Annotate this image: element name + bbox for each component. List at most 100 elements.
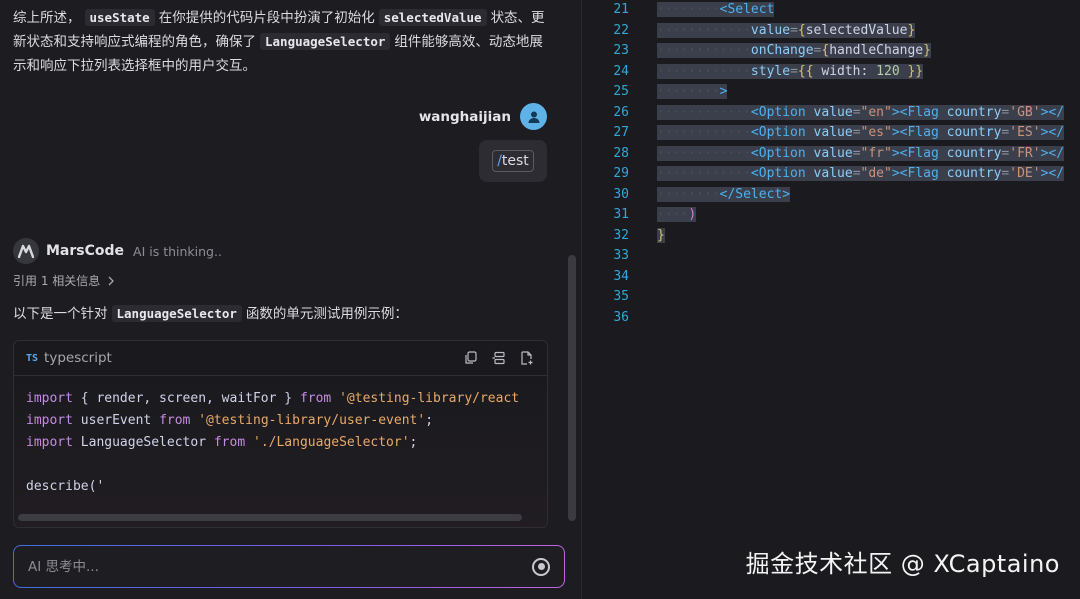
code-token: ···· (657, 207, 689, 222)
code-token: ><Flag (891, 145, 939, 161)
code-block-content[interactable]: import { render, screen, waitFor } from … (14, 375, 547, 527)
editor-line: ············<Option value="es"><Flag cou… (657, 123, 1065, 144)
code-token: ></ (1040, 125, 1065, 140)
chat-input[interactable] (28, 558, 532, 575)
code-token: ············ (657, 166, 751, 181)
code-token: 'DE' (1009, 166, 1041, 181)
code-line: import { render, screen, waitFor } from … (26, 388, 535, 410)
code-token: value (805, 104, 853, 120)
code-token: ············ (657, 145, 751, 161)
assistant-header: MarsCode AI is thinking.. (13, 238, 222, 264)
code-token: ></ (1040, 145, 1065, 161)
insert-code-button[interactable] (491, 350, 507, 366)
code-token: handleChange (829, 43, 924, 58)
code-token: ············ (657, 63, 751, 79)
editor-line: } (657, 226, 1064, 247)
line-number: 29 (613, 166, 629, 181)
code-token: 120 (876, 63, 900, 79)
copy-button[interactable] (463, 350, 479, 366)
code-token: country (938, 125, 1002, 140)
line-number: 24 (613, 63, 629, 79)
code-token: ><Flag (891, 125, 939, 140)
chat-vertical-scrollbar[interactable] (568, 255, 576, 521)
code-horizontal-scrollbar[interactable] (18, 514, 522, 521)
code-token: from (299, 391, 332, 406)
code-token: <Option (750, 145, 806, 161)
line-number: 21 (613, 2, 629, 17)
code-token: width: (813, 63, 877, 79)
code-token: = (790, 22, 798, 38)
code-token: LanguageSelector (72, 435, 214, 450)
code-token: './LanguageSelector' (245, 435, 410, 450)
line-number: 31 (613, 207, 629, 222)
code-editor[interactable]: 21 22 23 24 25 26 27 28 29 30 31 32 33 34 35 36 ·······… (583, 0, 1080, 599)
editor-line: ············style={{ width: 120 }} (657, 62, 1064, 83)
code-token: selectedValue (805, 22, 908, 38)
new-file-button[interactable] (519, 350, 535, 366)
stop-icon (537, 563, 545, 570)
assistant-name: MarsCode (46, 243, 125, 259)
line-number: 34 (613, 268, 629, 284)
code-token: ) (688, 207, 697, 222)
code-token: onChange (750, 43, 814, 58)
code-token: '@testing-library/user-event' (190, 413, 426, 428)
code-token: country (938, 104, 1002, 120)
code-token: ><Flag (891, 104, 939, 120)
line-number: 23 (613, 43, 629, 58)
code-token: 'ES' (1009, 125, 1041, 140)
line-number: 36 (613, 309, 629, 325)
code-token: "fr" (860, 145, 892, 161)
line-number-gutter: 21 22 23 24 25 26 27 28 29 30 31 32 33 34 35 36 (583, 0, 635, 328)
code-token: from (159, 413, 191, 428)
marscode-logo-icon (13, 238, 39, 264)
user-name: wanghaijian (418, 108, 511, 125)
code-token: = (852, 166, 861, 181)
code-token: = (852, 104, 861, 120)
reference-link[interactable]: 引用 1 相关信息 (13, 272, 115, 289)
new-file-icon (521, 351, 533, 365)
assistant-intro-text: 以下是一个针对 LanguageSelector 函数的单元测试用例示例： (13, 302, 408, 326)
editor-code-area[interactable]: ········<Select ············value={select… (657, 0, 1065, 328)
code-token: style (750, 63, 791, 79)
code-token: } (923, 43, 931, 58)
user-avatar[interactable] (520, 103, 547, 130)
summary-text: 综上所述， (13, 10, 81, 26)
stop-generation-button[interactable] (532, 557, 550, 576)
editor-line: ········</Select> (657, 185, 1064, 206)
code-token: <Select (719, 2, 775, 17)
code-token: <Option (750, 125, 806, 140)
code-language-label: typescript (44, 350, 112, 366)
code-token: } (657, 227, 665, 243)
code-token: { (797, 22, 806, 38)
code-token: from (213, 435, 246, 450)
editor-line: ········> (657, 82, 1064, 103)
editor-line: ············<Option value="de"><Flag cou… (657, 164, 1065, 185)
slash-command-chip[interactable]: /test (492, 150, 534, 172)
code-token: = (852, 125, 861, 140)
user-message-bubble: /test (479, 140, 547, 182)
editor-line: ········<Select (657, 0, 1064, 21)
line-number: 32 (613, 227, 629, 243)
editor-line: ············onChange={handleChange} (657, 41, 1064, 62)
person-icon (528, 111, 539, 123)
code-token: 'GB' (1009, 104, 1041, 120)
editor-line: ············<Option value="en"><Flag cou… (657, 103, 1065, 124)
line-number: 25 (613, 84, 629, 99)
inline-code: LanguageSelector (260, 33, 391, 50)
code-token: }} (899, 63, 924, 79)
reference-text: 引用 1 相关信息 (13, 274, 101, 288)
code-token: country (938, 145, 1002, 161)
editor-line: ············<Option value="fr"><Flag cou… (657, 144, 1065, 165)
line-number: 26 (613, 104, 629, 120)
code-token: import (26, 435, 73, 450)
code-token: value (805, 166, 853, 181)
code-token: import (26, 413, 73, 428)
code-token: </Select> (719, 186, 791, 202)
command-text: test (501, 153, 529, 169)
code-token: = (790, 63, 798, 79)
line-number: 33 (613, 248, 629, 263)
user-message-header: wanghaijian (419, 103, 547, 130)
